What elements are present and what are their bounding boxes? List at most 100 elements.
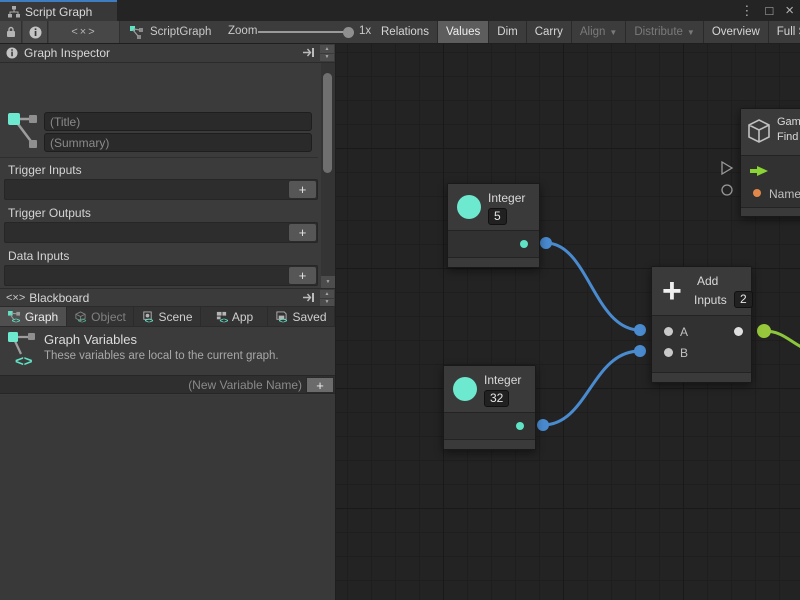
value-port-outline-icon: [722, 185, 732, 195]
node-integer-5[interactable]: Integer 5: [447, 183, 540, 268]
tab-object[interactable]: <> Object: [67, 307, 134, 326]
blackboard-header[interactable]: <×> Blackboard ▲ ▼: [0, 288, 335, 307]
trigger-input-arrow-icon: [757, 166, 768, 176]
inspector-scrollbar[interactable]: ▼: [321, 63, 335, 288]
output-port[interactable]: [734, 327, 743, 336]
new-variable-row: +: [0, 375, 335, 394]
close-icon[interactable]: ×: [785, 0, 794, 21]
blackboard-empty-area: [0, 395, 335, 600]
tab-script-graph[interactable]: Script Graph: [0, 0, 117, 21]
graph-summary-input[interactable]: [44, 133, 312, 152]
new-variable-input[interactable]: [4, 377, 302, 393]
add-trigger-input-button[interactable]: +: [288, 180, 317, 199]
graph-variables-icon: <>: [8, 311, 21, 323]
port-a-label: A: [680, 325, 688, 339]
dock-icon[interactable]: [302, 47, 315, 58]
relations-button[interactable]: Relations: [373, 21, 438, 43]
blackboard-title: Blackboard: [29, 291, 89, 305]
node-add[interactable]: + Add Inputs 2 A B: [651, 266, 752, 383]
scrollbar-thumb[interactable]: [323, 73, 332, 173]
carry-button[interactable]: Carry: [527, 21, 572, 43]
integer-literal-icon: [453, 377, 477, 401]
graph-variables-icon: <>: [7, 330, 37, 370]
values-button[interactable]: Values: [438, 21, 489, 43]
input-port-b[interactable]: [664, 348, 673, 357]
dock-icon[interactable]: [302, 292, 315, 303]
object-cube-icon: <>: [74, 311, 87, 323]
node-title: Integer: [488, 191, 525, 205]
title-bar: Script Graph ⋮ □ ×: [0, 0, 800, 21]
tab-scene[interactable]: <> Scene: [134, 307, 201, 326]
app-icon: <>: [215, 311, 228, 323]
trigger-inputs-label: Trigger Inputs: [8, 163, 82, 177]
scroll-up-icon: ▲: [320, 290, 334, 298]
node-title-line2: Find: [777, 131, 800, 143]
add-trigger-output-button[interactable]: +: [288, 223, 317, 242]
tab-title: Script Graph: [25, 5, 92, 19]
graph-variables-description: These variables are local to the current…: [44, 350, 279, 362]
scroll-down-icon: ▼: [320, 299, 334, 307]
data-inputs-list: [4, 265, 318, 286]
svg-text:<>: <>: [78, 316, 87, 323]
add-variable-button[interactable]: +: [306, 377, 334, 393]
inputs-label: Inputs: [694, 293, 727, 307]
trigger-outputs-label: Trigger Outputs: [8, 206, 91, 220]
graph-canvas[interactable]: Integer 5 Integer 32 + Add: [336, 44, 800, 600]
full-screen-button[interactable]: Full Screen: [769, 21, 800, 43]
blackboard-icon: <×>: [6, 292, 25, 304]
graph-breadcrumb[interactable]: ScriptGraph: [130, 21, 211, 43]
lock-button[interactable]: [0, 21, 22, 43]
graph-inspector-title: Graph Inspector: [24, 46, 110, 60]
tab-graph[interactable]: <> Graph: [0, 307, 67, 326]
integer-value-field[interactable]: 32: [484, 390, 509, 407]
node-title: Add: [697, 274, 718, 288]
node-integer-32[interactable]: Integer 32: [443, 365, 536, 450]
maximize-icon[interactable]: □: [765, 0, 773, 21]
add-operator-icon: +: [662, 271, 682, 311]
svg-text:<>: <>: [279, 316, 288, 323]
zoom-slider-handle[interactable]: [343, 27, 354, 38]
tab-saved[interactable]: <> Saved: [268, 307, 335, 326]
integer-value-field[interactable]: 5: [488, 208, 507, 225]
code-view-button[interactable]: <×>: [49, 21, 120, 43]
zoom-label: Zoom: [228, 25, 257, 37]
graph-name: ScriptGraph: [150, 26, 211, 38]
scroll-arrows[interactable]: ▲ ▼: [320, 290, 334, 307]
overview-button[interactable]: Overview: [704, 21, 769, 43]
name-port-label: Name: [769, 187, 800, 201]
graph-asset-icon: [7, 110, 41, 152]
name-input-port[interactable]: [753, 189, 761, 197]
svg-text:<>: <>: [219, 316, 227, 323]
zoom-slider-track[interactable]: [258, 31, 348, 33]
graph-variables-title: Graph Variables: [44, 332, 137, 347]
distribute-button[interactable]: Distribute▼: [626, 21, 704, 43]
output-port[interactable]: [520, 240, 528, 248]
tab-app[interactable]: <> App: [201, 307, 268, 326]
graph-inspector-header[interactable]: Graph Inspector ▲ ▼: [0, 44, 335, 63]
trigger-port-outline-icon: [722, 162, 732, 174]
graph-title-input[interactable]: [44, 112, 312, 131]
trigger-inputs-list: [4, 179, 318, 200]
window-menu-icon[interactable]: ⋮: [740, 0, 753, 21]
data-inputs-label: Data Inputs: [8, 249, 69, 263]
inspector-toggle-button[interactable]: [23, 21, 48, 43]
unity-script-graph-window: Script Graph ⋮ □ × <×>: [0, 0, 800, 600]
trigger-input-port[interactable]: [750, 169, 757, 173]
node-gameobject-find[interactable]: Game Find Name: [740, 108, 800, 217]
scroll-arrows[interactable]: ▲ ▼: [320, 45, 334, 62]
output-port[interactable]: [516, 422, 524, 430]
inputs-count-field[interactable]: 2: [734, 291, 753, 308]
port-b-label: B: [680, 346, 688, 360]
node-title: Integer: [484, 373, 521, 387]
input-port-a[interactable]: [664, 327, 673, 336]
dim-button[interactable]: Dim: [489, 21, 526, 43]
lock-icon: [6, 26, 16, 38]
add-data-input-button[interactable]: +: [288, 266, 317, 285]
scroll-down-icon[interactable]: ▼: [321, 276, 335, 288]
graph-hierarchy-icon: [8, 6, 20, 18]
scroll-up-icon: ▲: [320, 45, 334, 53]
blackboard-tab-strip: <> Graph <> Object <> Scene: [0, 307, 335, 327]
align-button[interactable]: Align▼: [572, 21, 627, 43]
zoom-value: 1x: [359, 25, 371, 37]
chevron-down-icon: ▼: [687, 28, 695, 37]
